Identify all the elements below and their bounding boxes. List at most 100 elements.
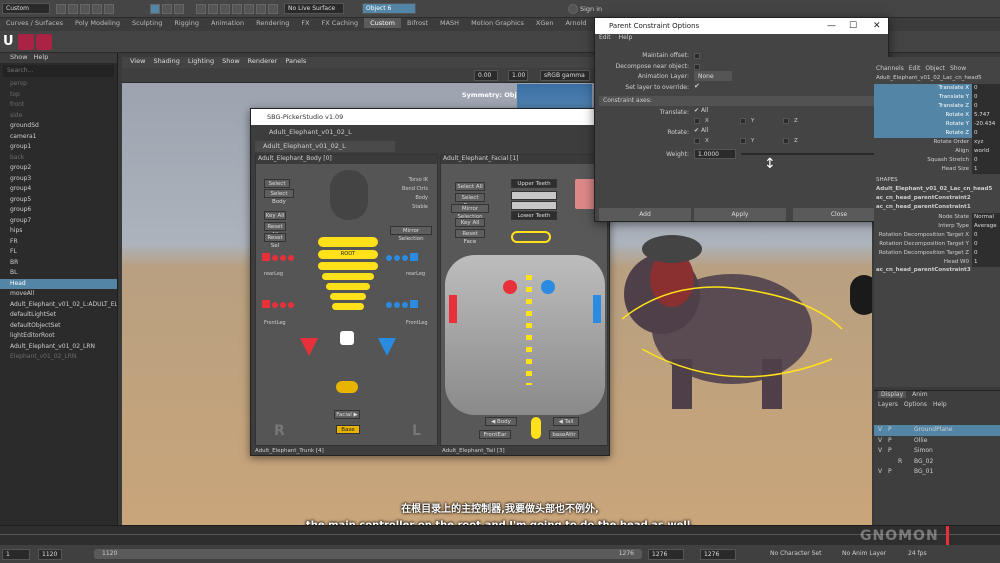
maintain-offset-checkbox[interactable] bbox=[694, 53, 700, 59]
rear-leg-fk-blue-2[interactable] bbox=[394, 255, 400, 261]
channel-row[interactable]: Rotate Order xyz bbox=[874, 138, 1000, 147]
facial-key-all-button[interactable]: Key All bbox=[455, 218, 485, 227]
layer-row[interactable]: V P GroundPlane bbox=[874, 425, 1000, 436]
anim-layer-dropdown[interactable]: No Anim Layer bbox=[842, 550, 886, 557]
parent-constraint-dialog[interactable]: Parent Constraint Options — ☐ ✕ Edit Help… bbox=[594, 17, 889, 222]
channel-row[interactable]: Translate Y0 bbox=[874, 93, 1000, 102]
range-end-field[interactable]: 1276 bbox=[648, 549, 684, 560]
tail-nav-button[interactable]: ◀ Tail bbox=[553, 417, 579, 426]
outliner-item[interactable]: Adult_Elephant_v01_02_LRN bbox=[0, 342, 117, 353]
upper-body-control[interactable] bbox=[318, 237, 378, 247]
layer-flag-v[interactable]: V bbox=[878, 467, 888, 478]
shelf-tab[interactable]: Rigging bbox=[168, 18, 205, 28]
channel-menu-channels[interactable]: Channels bbox=[876, 65, 904, 72]
shelf-tab[interactable]: XGen bbox=[530, 18, 560, 28]
facial-reset-face-button[interactable]: Reset Face bbox=[455, 229, 485, 245]
spine-control-2[interactable] bbox=[326, 283, 370, 290]
body-reset-sel-button[interactable]: Reset Sel bbox=[264, 233, 286, 249]
snap-point-icon[interactable] bbox=[220, 4, 230, 14]
history-icon[interactable] bbox=[256, 4, 266, 14]
rotate-all-checkbox[interactable]: ✔ All bbox=[694, 127, 708, 134]
exposure-field[interactable]: 0.00 bbox=[474, 70, 498, 81]
channel-value[interactable]: 0 bbox=[972, 102, 1000, 111]
viewport-menu-item[interactable]: View bbox=[130, 57, 145, 65]
shape-name[interactable]: Adult_Elephant_v01_02_Lac_cn_head5 bbox=[874, 186, 1000, 195]
constraint-attr-row[interactable]: Head W0 1 bbox=[874, 258, 1000, 267]
base-attr-button[interactable]: baseAttr bbox=[549, 430, 579, 439]
time-slider[interactable]: GNOMON WORKSHOP bbox=[0, 525, 1000, 560]
viewport-menu-item[interactable]: Lighting bbox=[188, 57, 214, 65]
outliner-item[interactable]: FL bbox=[0, 247, 117, 258]
shelf-script-icon-2[interactable] bbox=[36, 34, 52, 50]
layer-row[interactable]: V P BG_01 bbox=[874, 467, 1000, 478]
shelf-u-icon[interactable]: U bbox=[3, 34, 14, 49]
left-ear-control[interactable] bbox=[593, 295, 601, 323]
attr-value[interactable]: Average bbox=[972, 222, 1000, 231]
current-frame-field[interactable]: 1276 bbox=[700, 549, 736, 560]
attr-value[interactable]: 0 bbox=[972, 249, 1000, 258]
weight-field[interactable]: 1.0000 bbox=[694, 149, 736, 159]
layer-menu-layers[interactable]: Layers bbox=[878, 401, 898, 408]
snap-curve-icon[interactable] bbox=[208, 4, 218, 14]
range-bar[interactable]: 1120 1276 bbox=[94, 549, 642, 559]
rear-leg-fk-red-1[interactable] bbox=[262, 253, 270, 261]
snap-grid-icon[interactable] bbox=[196, 4, 206, 14]
outliner-item[interactable]: group1 bbox=[0, 142, 117, 153]
front-leg-fk-red-1[interactable] bbox=[262, 300, 270, 308]
front-leg-fk-red-4[interactable] bbox=[288, 302, 294, 308]
channel-value[interactable]: xyz bbox=[972, 138, 1000, 147]
teeth-slider-2[interactable] bbox=[511, 201, 557, 210]
front-leg-fk-blue-4[interactable] bbox=[410, 300, 418, 308]
upper-teeth-button[interactable]: Upper Teeth bbox=[511, 179, 557, 188]
constraint-attr-row[interactable]: Interp Type Average bbox=[874, 222, 1000, 231]
start-frame-field[interactable]: 1 bbox=[2, 549, 30, 560]
set-layer-checkbox[interactable]: ✔ bbox=[694, 82, 700, 90]
front-leg-fk-red-3[interactable] bbox=[280, 302, 286, 308]
select-by-hierarchy-icon[interactable] bbox=[150, 4, 160, 14]
body-nav-button[interactable]: ◀ Body bbox=[485, 417, 517, 426]
check-torso-ik[interactable]: Torso IK bbox=[402, 177, 436, 186]
picker-tab[interactable]: Adult_Elephant_v01_02_L bbox=[255, 141, 395, 152]
channel-value[interactable]: 0 bbox=[972, 93, 1000, 102]
shelf-tab[interactable]: Animation bbox=[205, 18, 250, 28]
layer-row[interactable]: R BG_02 bbox=[874, 457, 1000, 468]
front-leg-fk-blue-2[interactable] bbox=[394, 302, 400, 308]
channel-object-name[interactable]: Adult_Elephant_v01_02_Lac_cn_head5 bbox=[874, 75, 1000, 84]
channel-row[interactable]: Squash Stretch 0 bbox=[874, 156, 1000, 165]
minimize-icon[interactable]: — bbox=[827, 18, 836, 34]
rear-leg-fk-red-2[interactable] bbox=[272, 255, 278, 261]
translate-all-checkbox[interactable]: ✔ All bbox=[694, 107, 708, 114]
shelf-tab[interactable]: Sculpting bbox=[126, 18, 168, 28]
shelf-tab[interactable]: FX bbox=[295, 18, 315, 28]
maximize-icon[interactable]: ☐ bbox=[849, 18, 857, 34]
layer-flag-p[interactable]: P bbox=[888, 467, 898, 478]
root-control[interactable]: ROOT bbox=[318, 250, 378, 259]
attr-value[interactable]: 0 bbox=[972, 231, 1000, 240]
channel-value[interactable]: 1 bbox=[972, 165, 1000, 174]
outliner-item[interactable]: Head bbox=[0, 278, 117, 289]
dialog-title-bar[interactable]: Parent Constraint Options — ☐ ✕ bbox=[595, 18, 888, 34]
menu-set-dropdown[interactable]: Custom bbox=[2, 3, 50, 14]
outliner-item[interactable]: lightEditorRoot bbox=[0, 331, 117, 342]
head-control[interactable] bbox=[511, 231, 551, 243]
outliner-item[interactable]: group6 bbox=[0, 205, 117, 216]
attr-value[interactable]: 0 bbox=[972, 240, 1000, 249]
spine-control-4[interactable] bbox=[332, 303, 364, 310]
tail-base-control[interactable] bbox=[336, 381, 358, 393]
outliner-item[interactable]: group2 bbox=[0, 163, 117, 174]
rotate-z-checkbox[interactable] bbox=[783, 138, 789, 144]
open-scene-icon[interactable] bbox=[68, 4, 78, 14]
left-foot-control[interactable] bbox=[300, 338, 318, 356]
layer-flag-r[interactable]: R bbox=[898, 457, 908, 468]
shelf-tab[interactable]: Curves / Surfaces bbox=[0, 18, 69, 28]
facial-button[interactable]: Facial ▶ bbox=[334, 410, 360, 419]
outliner-item[interactable]: FR bbox=[0, 237, 117, 248]
character-set-dropdown[interactable]: No Character Set bbox=[770, 550, 821, 557]
outliner-item[interactable]: BL bbox=[0, 268, 117, 279]
channel-row[interactable]: Rotate Z0 bbox=[874, 129, 1000, 138]
base-button[interactable]: Base bbox=[336, 425, 360, 434]
picker-title-bar[interactable]: SBG-PickerStudio v1.09 bbox=[251, 109, 609, 125]
snap-view-icon[interactable] bbox=[232, 4, 242, 14]
shelf-tab[interactable]: Arnold bbox=[559, 18, 592, 28]
channel-row[interactable]: Translate X0 bbox=[874, 84, 1000, 93]
